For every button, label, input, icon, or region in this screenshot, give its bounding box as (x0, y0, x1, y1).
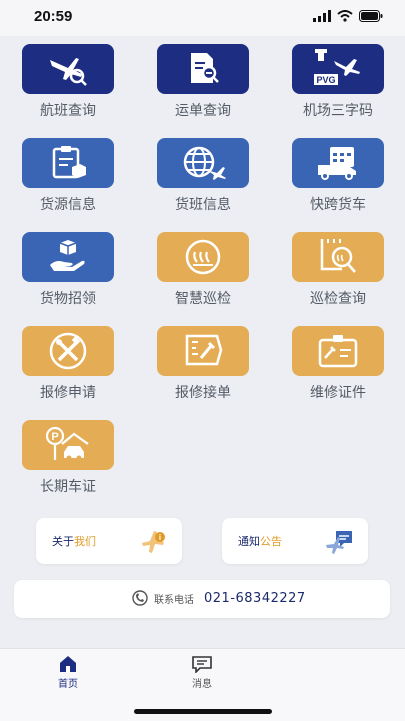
parking-car-icon: P (45, 426, 89, 461)
tile-inspection-query[interactable]: 巡检查询 (290, 232, 386, 308)
tile-label: 快跨货车 (310, 197, 366, 213)
tile-icon-box: PVG (292, 44, 384, 94)
tile-repair-order[interactable]: 报修接单 (155, 326, 251, 402)
tools-icon (49, 332, 87, 370)
tile-label: 报修申请 (40, 385, 96, 401)
tile-icon-box (292, 326, 384, 376)
tab-messages-label: 消息 (192, 679, 212, 690)
repair-badge-icon (318, 335, 358, 368)
message-icon (192, 656, 212, 673)
tile-express-truck[interactable]: 快跨货车 (290, 138, 386, 214)
tile-icon-box (292, 138, 384, 188)
status-time: 20:59 (34, 8, 73, 25)
tile-icon-box (22, 326, 114, 376)
tile-icon-box: P (22, 420, 114, 470)
tile-cargo-source[interactable]: 货源信息 (20, 138, 116, 214)
tile-flight-query[interactable]: 航班查询 (20, 44, 116, 120)
tile-label: 巡检查询 (310, 291, 366, 307)
tile-label: 智慧巡检 (175, 291, 231, 307)
tile-label: 维修证件 (310, 385, 366, 401)
inspection-query-icon (320, 239, 356, 273)
tile-icon-box (157, 326, 249, 376)
phone-24h-icon (132, 590, 148, 606)
battery-icon (359, 10, 383, 22)
svg-text:P: P (51, 431, 58, 443)
tile-repair-request[interactable]: 报修申请 (20, 326, 116, 402)
home-icon (60, 656, 76, 672)
notice-prefix: 通知 (238, 535, 260, 548)
hand-box-icon (50, 240, 85, 271)
notice-highlight: 公告 (260, 535, 282, 548)
status-icons (313, 10, 383, 22)
tile-label: 航班查询 (40, 103, 96, 119)
tile-label: 机场三字码 (303, 103, 373, 119)
globe-plane-icon (183, 146, 226, 180)
about-us-card[interactable]: 关于我们 i (36, 518, 182, 564)
tile-label: 货物招领 (40, 291, 96, 307)
about-prefix: 关于 (52, 535, 74, 548)
tile-icon-box (22, 138, 114, 188)
tile-waybill-query[interactable]: 运单查询 (155, 44, 251, 120)
notice-card[interactable]: 通知公告 (222, 518, 368, 564)
plane-message-icon (326, 531, 352, 554)
tile-icon-box (292, 232, 384, 282)
plane-search-icon (50, 58, 87, 86)
repair-order-icon (185, 334, 223, 366)
clipboard-box-icon (52, 146, 86, 179)
status-bar: 20:59 (0, 0, 405, 36)
svg-text:i: i (159, 533, 161, 542)
tile-long-term-car-pass[interactable]: P 长期车证 (20, 420, 116, 496)
contact-label: 联系电话 (154, 594, 194, 606)
tile-icon-box (157, 44, 249, 94)
tab-home-label: 首页 (58, 679, 78, 690)
tab-home[interactable]: 首页 (38, 655, 98, 690)
signal-icon (313, 10, 331, 22)
tile-icon-box (157, 232, 249, 282)
home-indicator (134, 709, 272, 714)
tile-icon-box (22, 44, 114, 94)
contact-phone-card[interactable]: 联系电话 021-68342227 (14, 580, 390, 618)
truck-calendar-icon (318, 147, 356, 180)
tile-label: 货源信息 (40, 197, 96, 213)
document-search-icon (191, 53, 219, 83)
tile-label: 运单查询 (175, 103, 231, 119)
airport-code-icon: PVG (314, 49, 360, 85)
inspection-icon (185, 239, 221, 275)
tile-icon-box (22, 232, 114, 282)
tile-label: 长期车证 (40, 479, 96, 495)
notice-text: 通知公告 (238, 533, 282, 549)
plane-info-icon: i (142, 531, 165, 553)
tile-repair-badge[interactable]: 维修证件 (290, 326, 386, 402)
tab-messages[interactable]: 消息 (172, 655, 232, 690)
about-highlight: 我们 (74, 535, 96, 548)
tile-airport-code[interactable]: PVG 机场三字码 (290, 44, 386, 120)
wifi-icon (337, 10, 353, 22)
tile-smart-inspection[interactable]: 智慧巡检 (155, 232, 251, 308)
contact-phone-row: 联系电话 021-68342227 (132, 590, 306, 606)
tile-cargo-flight[interactable]: 货班信息 (155, 138, 251, 214)
tile-lost-found[interactable]: 货物招领 (20, 232, 116, 308)
airport-code-badge: PVG (316, 75, 335, 85)
tile-icon-box (157, 138, 249, 188)
tile-label: 报修接单 (175, 385, 231, 401)
contact-number: 021-68342227 (204, 590, 306, 606)
tile-label: 货班信息 (175, 197, 231, 213)
about-us-text: 关于我们 (52, 533, 96, 549)
